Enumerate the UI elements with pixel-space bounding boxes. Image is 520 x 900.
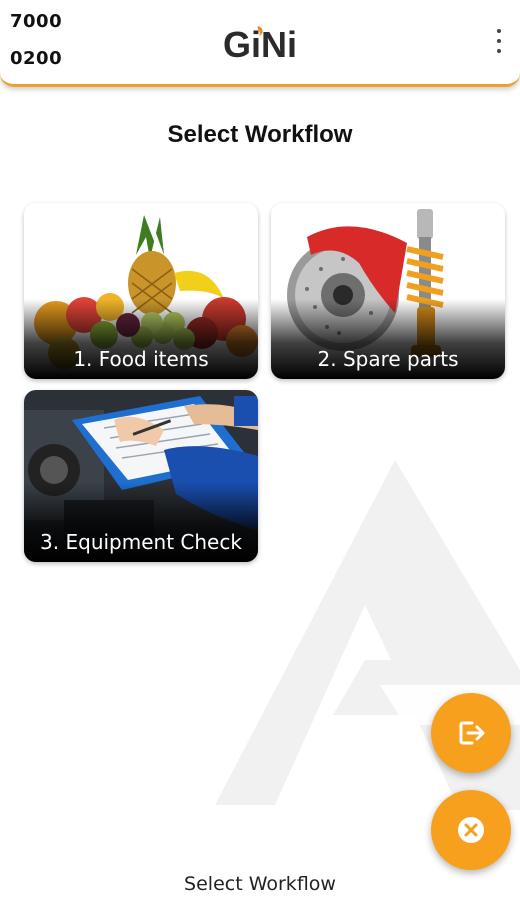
exit-button[interactable] [431,693,511,773]
workflow-card-spare-parts[interactable]: 2. Spare parts [271,203,505,379]
exit-icon [459,721,485,745]
workflow-card-label: 3. Equipment Check [40,530,242,554]
page-title: Select Workflow [167,121,353,148]
app-header: 7000 0200 GiNi [0,0,520,87]
footer-caption: Select Workflow [184,873,336,895]
workflow-card-food-items[interactable]: 1. Food items [24,203,258,379]
gini-logo: GiNi [223,24,297,62]
workflow-card-label: 2. Spare parts [317,347,459,371]
workflow-card-label: 1. Food items [73,347,209,371]
kebab-menu-icon[interactable] [492,27,506,55]
close-button[interactable] [431,790,511,870]
device-id-line-1: 7000 [10,11,63,32]
workflow-card-equipment-check[interactable]: 3. Equipment Check [24,390,258,562]
device-id-line-2: 0200 [10,48,63,69]
close-circle-icon [458,817,484,843]
